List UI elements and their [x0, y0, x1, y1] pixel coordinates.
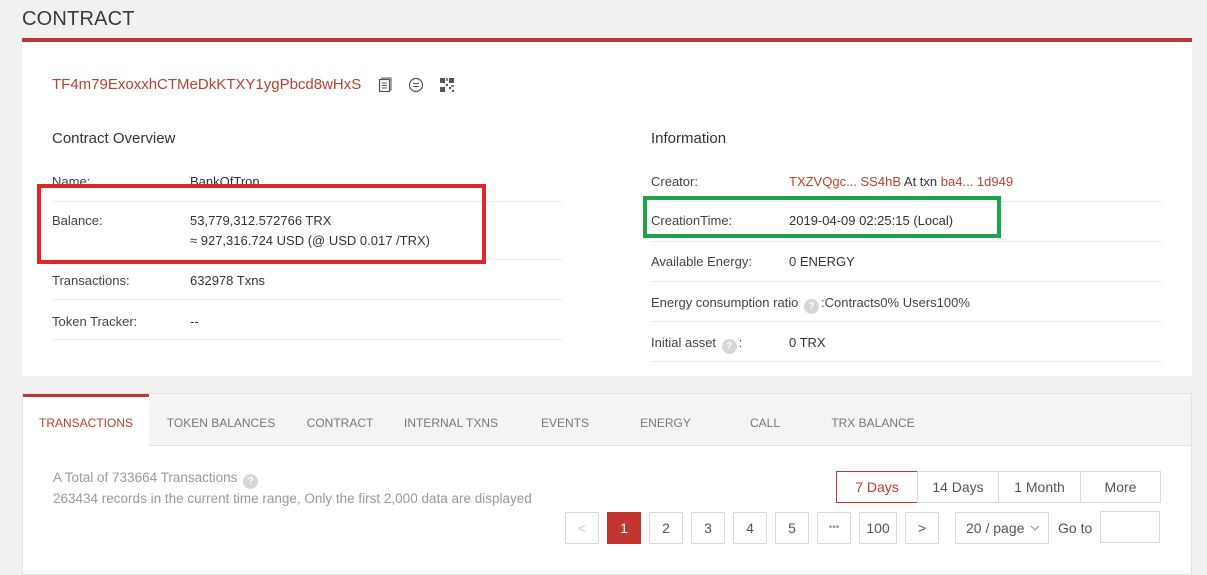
help-icon[interactable]: ?: [804, 299, 820, 314]
row-label: Initial asset ?:: [651, 335, 742, 354]
ratio-value: :Contracts0% Users100%: [821, 295, 970, 310]
transactions-total: A Total of 733664 Transactions ?: [53, 470, 260, 489]
page-1-button[interactable]: 1: [607, 512, 641, 544]
info-row-initial-asset: Initial asset ?: 0 TRX: [651, 322, 1162, 362]
chat-icon[interactable]: [408, 77, 424, 93]
info-row-ratio: Energy consumption ratio ?:Contracts0% U…: [651, 282, 1162, 322]
page-100-button[interactable]: 100: [859, 512, 897, 544]
range-more-button[interactable]: More: [1080, 471, 1161, 503]
tab-contract[interactable]: CONTRACT: [295, 394, 385, 446]
page-size-value: 20 / page: [966, 520, 1025, 536]
page-3-button[interactable]: 3: [691, 512, 725, 544]
tab-events[interactable]: EVENTS: [525, 394, 605, 446]
goto-label: Go to: [1058, 520, 1093, 536]
row-label: Transactions:: [52, 273, 130, 288]
overview-row-token-tracker: Token Tracker: --: [52, 300, 562, 340]
tab-call[interactable]: CALL: [730, 394, 800, 446]
info-row-energy: Available Energy: 0 ENERGY: [651, 242, 1162, 282]
row-value: 0 TRX: [789, 335, 826, 350]
help-icon[interactable]: ?: [243, 474, 259, 489]
overview-title: Contract Overview: [52, 130, 176, 147]
tab-trx-balance[interactable]: TRX BALANCE: [818, 394, 928, 446]
row-value: TXZVQgc... SS4hB At txn ba4... 1d949: [789, 174, 1013, 189]
total-text: A Total of 733664 Transactions: [53, 470, 238, 485]
qr-code-icon[interactable]: [439, 77, 455, 93]
creation-time-highlight-box: [643, 196, 1001, 238]
copy-icon[interactable]: [377, 77, 393, 93]
row-label: Token Tracker:: [52, 314, 138, 329]
tab-internal-txns[interactable]: INTERNAL TXNS: [395, 394, 507, 446]
creator-txn-link[interactable]: ba4... 1d949: [941, 174, 1013, 189]
records-note: 263434 records in the current time range…: [53, 491, 532, 506]
asset-label: Initial asset: [651, 335, 717, 350]
ratio-label: Energy consumption ratio: [651, 295, 799, 310]
tab-transactions[interactable]: TRANSACTIONS: [23, 394, 149, 447]
range-14-days-button[interactable]: 14 Days: [917, 471, 999, 503]
page-5-button[interactable]: 5: [775, 512, 809, 544]
creator-at-text: At txn: [903, 174, 938, 189]
information-title: Information: [651, 130, 727, 147]
page-title: CONTRACT: [22, 8, 135, 30]
prev-page-button[interactable]: <: [565, 512, 599, 544]
goto-page-input[interactable]: [1100, 511, 1160, 543]
next-page-button[interactable]: >: [905, 512, 939, 544]
transactions-panel: TRANSACTIONS TOKEN BALANCES CONTRACT INT…: [22, 393, 1192, 575]
page-size-select[interactable]: 20 / page: [955, 512, 1049, 544]
pagination-ellipsis[interactable]: •••: [817, 512, 851, 544]
row-value: 632978 Txns: [190, 273, 265, 288]
tab-bar: TRANSACTIONS TOKEN BALANCES CONTRACT INT…: [23, 394, 1191, 447]
range-1-month-button[interactable]: 1 Month: [998, 471, 1081, 503]
creator-address-link[interactable]: TXZVQgc... SS4hB: [789, 174, 901, 189]
tab-energy[interactable]: ENERGY: [623, 394, 708, 446]
balance-highlight-box: [37, 184, 486, 264]
page-4-button[interactable]: 4: [733, 512, 767, 544]
contract-address[interactable]: TF4m79ExoxxhCTMeDkKTXY1ygPbcd8wHxS: [52, 76, 361, 93]
row-label: Energy consumption ratio ?:Contracts0% U…: [651, 295, 970, 314]
address-row: TF4m79ExoxxhCTMeDkKTXY1ygPbcd8wHxS: [52, 76, 470, 93]
row-value: --: [190, 314, 199, 329]
row-value: 0 ENERGY: [789, 254, 855, 269]
page-2-button[interactable]: 2: [649, 512, 683, 544]
chevron-down-icon: [1030, 513, 1040, 553]
tab-token-balances[interactable]: TOKEN BALANCES: [159, 394, 283, 446]
overview-row-transactions: Transactions: 632978 Txns: [52, 260, 562, 300]
help-icon[interactable]: ?: [721, 339, 737, 354]
asset-colon: :: [738, 335, 743, 350]
row-label: Creator:: [651, 174, 698, 189]
range-7-days-button[interactable]: 7 Days: [836, 471, 918, 503]
row-label: Available Energy:: [651, 254, 752, 269]
